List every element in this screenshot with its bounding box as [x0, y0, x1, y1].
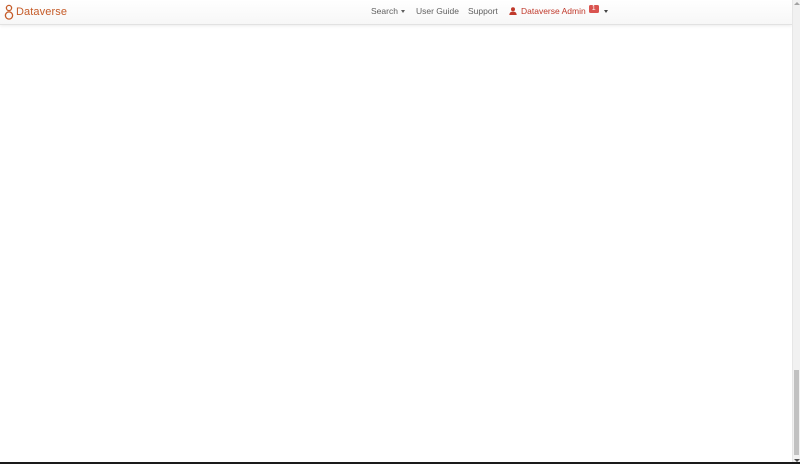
user-menu-label: Dataverse Admin — [521, 6, 586, 16]
support-link[interactable]: Support — [468, 6, 498, 16]
notification-badge: 1 — [588, 5, 599, 13]
scrollbar-thumb[interactable] — [794, 370, 799, 455]
user-guide-link[interactable]: User Guide — [416, 6, 459, 16]
user-guide-label: User Guide — [416, 6, 459, 16]
brand-link[interactable]: Dataverse — [4, 3, 67, 21]
chevron-down-icon — [603, 10, 608, 13]
dataverse-logo-icon — [4, 4, 14, 20]
chevron-down-icon — [400, 10, 405, 13]
top-navbar: Dataverse Search User Guide Support Data… — [0, 0, 792, 25]
vertical-scrollbar[interactable] — [792, 0, 800, 464]
scroll-up-arrow-icon[interactable] — [794, 2, 800, 5]
user-menu-dropdown[interactable]: Dataverse Admin 1 — [509, 5, 608, 16]
search-label: Search — [371, 6, 398, 16]
search-dropdown[interactable]: Search — [371, 6, 405, 16]
brand-label: Dataverse — [16, 6, 68, 18]
page: Dataverse Search User Guide Support Data… — [0, 0, 800, 464]
user-icon — [509, 7, 517, 15]
support-label: Support — [468, 6, 498, 16]
